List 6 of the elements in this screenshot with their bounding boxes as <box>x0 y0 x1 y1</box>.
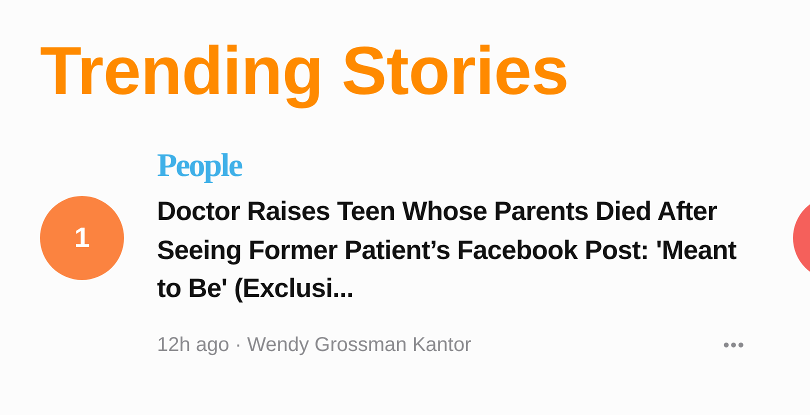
story-meta: 12h ago · Wendy Grossman Kantor <box>157 334 472 356</box>
rank-badge: 1 <box>40 196 124 280</box>
headline[interactable]: Doctor Raises Teen Whose Parents Died After Seeing Former Patient’s Facebook Post: 'Meant to Be' (Exclusi... <box>157 192 757 308</box>
publisher-logo[interactable]: People <box>157 146 242 186</box>
more-button[interactable]: ••• <box>723 334 745 356</box>
section-title: Trending Stories <box>40 32 570 111</box>
